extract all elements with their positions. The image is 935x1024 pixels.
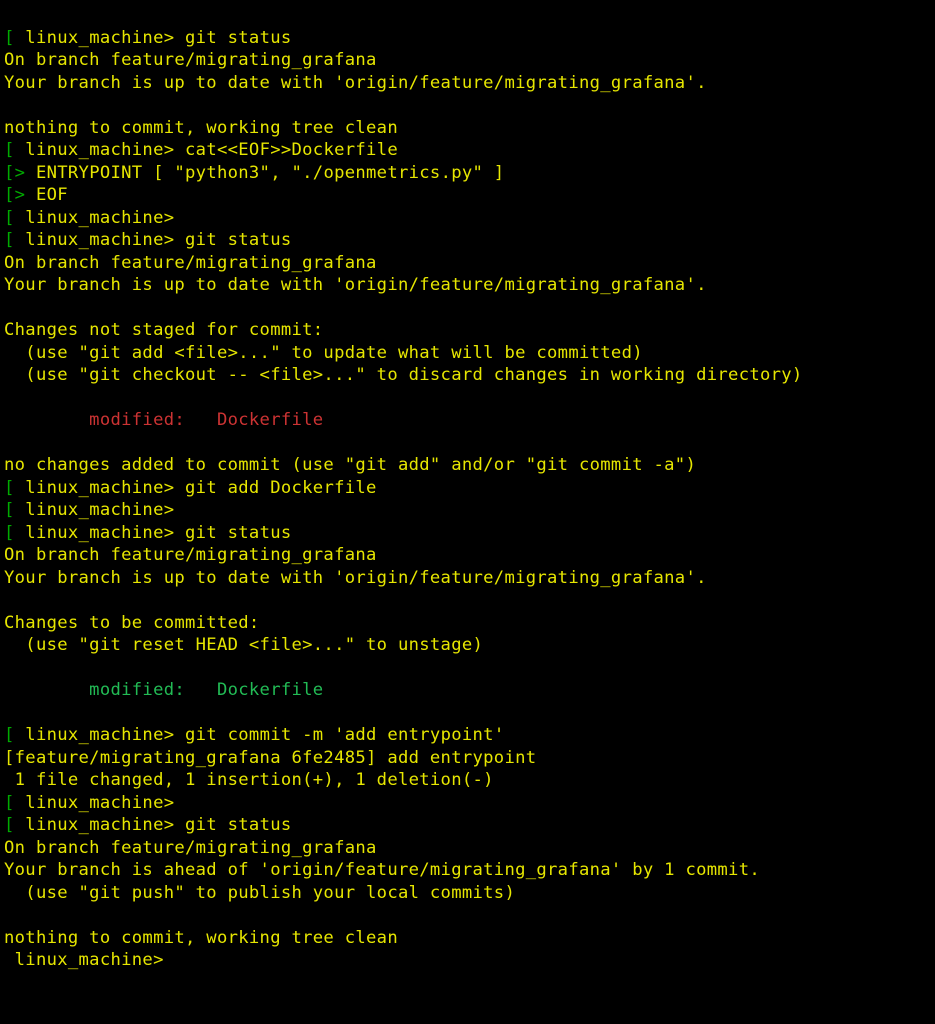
- prompt: linux_machine>: [15, 28, 185, 48]
- prompt: linux_machine>: [15, 140, 185, 160]
- cmd-cat-heredoc: cat<<EOF>>Dockerfile: [185, 140, 398, 160]
- heredoc-line-1: [25, 163, 36, 183]
- prompt: linux_machine>: [15, 725, 185, 745]
- output-on-branch-3: On branch feature/migrating_grafana: [4, 545, 377, 565]
- heredoc-prompt: [>: [4, 163, 25, 183]
- output-on-branch-4: On branch feature/migrating_grafana: [4, 838, 377, 858]
- prompt-bracket: [: [4, 208, 15, 228]
- output-hint-checkout: (use "git checkout -- <file>..." to disc…: [4, 365, 803, 385]
- cmd-git-status-1: git status: [185, 28, 291, 48]
- output-nothing-2: nothing to commit, working tree clean: [4, 928, 398, 948]
- output-ahead: Your branch is ahead of 'origin/feature/…: [4, 860, 760, 880]
- prompt-empty: linux_machine>: [15, 500, 175, 520]
- cmd-git-status-3: git status: [185, 523, 291, 543]
- output-to-commit-hdr: Changes to be committed:: [4, 613, 260, 633]
- prompt-bracket: [: [4, 140, 15, 160]
- heredoc-prompt: [>: [4, 185, 25, 205]
- prompt-bracket: [: [4, 478, 15, 498]
- prompt-bracket: [: [4, 793, 15, 813]
- heredoc-line-2: [25, 185, 36, 205]
- output-on-branch-2: On branch feature/migrating_grafana: [4, 253, 377, 273]
- prompt-empty: linux_machine>: [15, 793, 175, 813]
- output-on-branch-1: On branch feature/migrating_grafana: [4, 50, 377, 70]
- output-hint-add: (use "git add <file>..." to update what …: [4, 343, 643, 363]
- prompt: linux_machine>: [15, 523, 185, 543]
- output-uptodate-1: Your branch is up to date with 'origin/f…: [4, 73, 707, 93]
- output-modified-staged: modified: Dockerfile: [4, 680, 323, 700]
- prompt-bracket: [: [4, 815, 15, 835]
- cmd-git-commit: git commit -m 'add entrypoint': [185, 725, 504, 745]
- output-commit-2: 1 file changed, 1 insertion(+), 1 deleti…: [4, 770, 494, 790]
- prompt-bracket: [: [4, 28, 15, 48]
- prompt-bracket: [: [4, 500, 15, 520]
- prompt-final: linux_machine>: [4, 950, 164, 970]
- prompt-empty: linux_machine>: [15, 208, 175, 228]
- output-nothing-1: nothing to commit, working tree clean: [4, 118, 398, 138]
- cmd-git-status-4: git status: [185, 815, 291, 835]
- output-not-staged-hdr: Changes not staged for commit:: [4, 320, 323, 340]
- output-commit-1: [feature/migrating_grafana 6fe2485] add …: [4, 748, 536, 768]
- terminal[interactable]: [ linux_machine> git status On branch fe…: [0, 0, 935, 976]
- output-hint-reset: (use "git reset HEAD <file>..." to unsta…: [4, 635, 483, 655]
- output-hint-push: (use "git push" to publish your local co…: [4, 883, 515, 903]
- output-modified-unstaged: modified: Dockerfile: [4, 410, 323, 430]
- prompt-bracket: [: [4, 230, 15, 250]
- output-no-changes-added: no changes added to commit (use "git add…: [4, 455, 696, 475]
- prompt-bracket: [: [4, 523, 15, 543]
- prompt: linux_machine>: [15, 478, 185, 498]
- output-uptodate-2: Your branch is up to date with 'origin/f…: [4, 275, 707, 295]
- prompt: linux_machine>: [15, 230, 185, 250]
- cmd-git-status-2: git status: [185, 230, 291, 250]
- output-uptodate-3: Your branch is up to date with 'origin/f…: [4, 568, 707, 588]
- cmd-git-add: git add Dockerfile: [185, 478, 377, 498]
- prompt-bracket: [: [4, 725, 15, 745]
- prompt: linux_machine>: [15, 815, 185, 835]
